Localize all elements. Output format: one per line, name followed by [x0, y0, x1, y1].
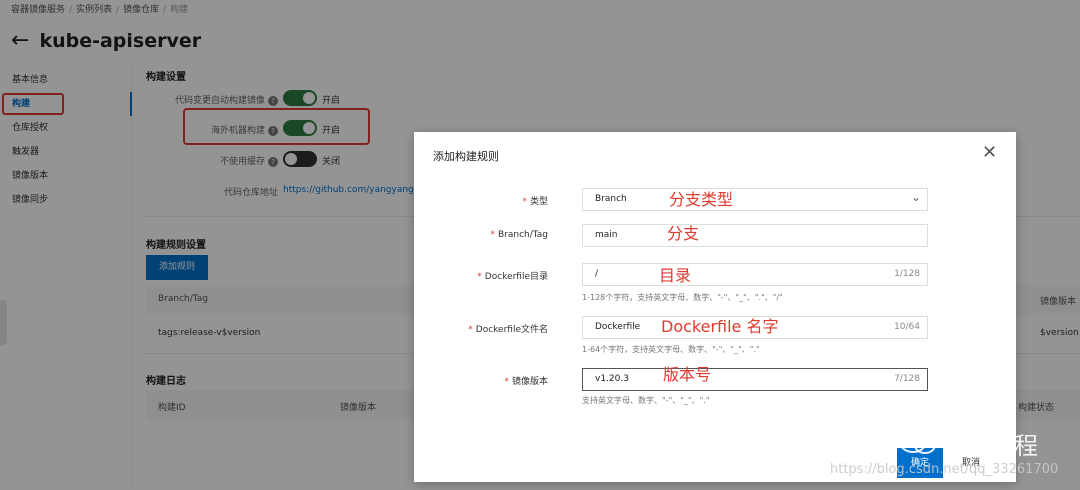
annotation-branch: 分支	[667, 224, 700, 243]
wechat-icon	[899, 431, 936, 454]
annotation-type: 分支类型	[669, 190, 734, 209]
branch-tag-label: * Branch/Tag	[490, 230, 548, 240]
dockerfile-name-label: * Dockerfile文件名	[468, 325, 548, 335]
dockerfile-dir-label: * Dockerfile目录	[477, 272, 548, 282]
annotation-dir: 目录	[659, 266, 692, 285]
image-version-counter: 7/128	[894, 374, 920, 384]
dockerfile-name-counter: 10/64	[894, 322, 920, 332]
type-select-value: Branch	[595, 194, 627, 204]
watermark-url: https://blog.csdn.net/qq_33261700	[830, 462, 1059, 477]
dockerfile-name-hint: 1-64个字符，支持英文字母、数字、"-"、"_"、"."	[582, 345, 760, 354]
dockerfile-dir-value: /	[595, 269, 599, 279]
branch-tag-input[interactable]: main	[582, 224, 928, 247]
dialog-title: 添加构建规则	[433, 150, 499, 163]
annotation-name: Dockerfile 名字	[661, 317, 779, 336]
dockerfile-name-value: Dockerfile	[595, 322, 641, 332]
annotation-version: 版本号	[663, 365, 712, 384]
dockerfile-dir-hint: 1-128个字符，支持英文字母、数字、"-"、"_"、"."、"/"	[582, 293, 783, 302]
type-label: * 类型	[522, 197, 548, 207]
branch-tag-value: main	[595, 230, 618, 240]
type-select[interactable]: Branch ⌄	[582, 188, 928, 211]
dockerfile-dir-input[interactable]: / 1/128	[582, 263, 928, 286]
watermark-brand: 山河编程	[942, 432, 1038, 460]
image-version-hint: 支持英文字母、数字、"-"、"_"、"."	[582, 396, 710, 405]
chevron-down-icon: ⌄	[910, 190, 921, 204]
image-version-input[interactable]: v1.20.3 7/128	[582, 368, 928, 391]
image-version-value: v1.20.3	[595, 374, 629, 384]
close-icon[interactable]: ✕	[982, 144, 997, 162]
dockerfile-dir-counter: 1/128	[894, 269, 920, 279]
image-version-label: * 镜像版本	[504, 377, 548, 387]
